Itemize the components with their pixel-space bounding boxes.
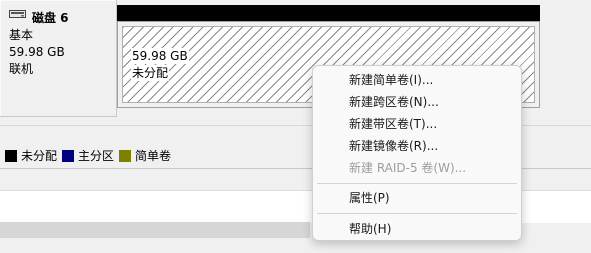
disk-name: 磁盘 6 bbox=[32, 11, 69, 25]
partition-state: 未分配 bbox=[131, 65, 170, 81]
menu-item-new-raid5-volume: 新建 RAID-5 卷(W)... bbox=[349, 161, 467, 175]
menu-item-help[interactable]: 帮助(H) bbox=[317, 218, 517, 240]
scrollbar-track[interactable] bbox=[0, 222, 310, 238]
legend-label-simple: 简单卷 bbox=[135, 149, 172, 163]
context-menu: 新建简单卷(I)... 新建跨区卷(N)... 新建带区卷(T)... 新建镜像… bbox=[312, 65, 522, 241]
disk-status: 联机 bbox=[9, 62, 34, 76]
legend-label-unallocated: 未分配 bbox=[21, 149, 58, 163]
menu-separator bbox=[317, 213, 517, 214]
legend-label-primary: 主分区 bbox=[78, 149, 115, 163]
menu-item-new-mirrored-volume[interactable]: 新建镜像卷(R)... bbox=[317, 135, 517, 157]
partition-header-bar bbox=[117, 5, 540, 21]
disk-size: 59.98 GB bbox=[9, 45, 65, 59]
legend-swatch-primary bbox=[62, 150, 74, 162]
menu-item-new-simple-volume[interactable]: 新建简单卷(I)... bbox=[317, 69, 517, 91]
menu-item-new-spanned-volume[interactable]: 新建跨区卷(N)... bbox=[317, 91, 517, 113]
partition-size: 59.98 GB bbox=[131, 48, 189, 64]
disk-type: 基本 bbox=[9, 28, 34, 42]
disk-icon bbox=[9, 10, 26, 18]
menu-item-new-striped-volume[interactable]: 新建带区卷(T)... bbox=[317, 113, 517, 135]
legend-swatch-simple bbox=[119, 150, 131, 162]
menu-item-properties[interactable]: 属性(P) bbox=[317, 187, 517, 209]
menu-separator bbox=[317, 183, 517, 184]
disk-info-panel[interactable]: 磁盘 6 基本 59.98 GB 联机 bbox=[0, 0, 117, 117]
legend-swatch-unallocated bbox=[5, 150, 17, 162]
